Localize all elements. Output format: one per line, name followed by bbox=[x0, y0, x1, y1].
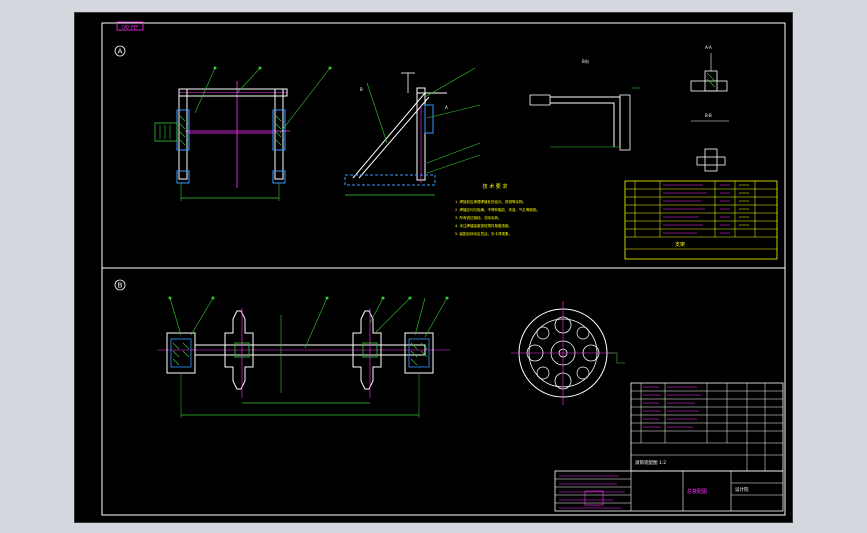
note-4: 4. 未注焊缝高度按较薄件厚度选取。 bbox=[455, 223, 512, 228]
note-2: 2. 焊缝应均匀饱满，不得有裂纹、夹渣、气孔等缺陷。 bbox=[455, 207, 540, 212]
main-title-block: 设计院 总装配图 bbox=[554, 470, 784, 512]
note-1: 1. 焊接前应清理焊缝处的油污、铁锈等杂物。 bbox=[455, 199, 526, 204]
view-a-front-frame bbox=[154, 66, 332, 201]
svg-text:B向: B向 bbox=[582, 58, 589, 64]
svg-text:A: A bbox=[445, 105, 448, 110]
note-5: 5. 装配后转动应灵活，无卡滞现象。 bbox=[455, 231, 512, 236]
view-a-label: A bbox=[118, 48, 123, 56]
view-b-drum-assembly bbox=[157, 296, 450, 418]
corner-stamp-text: CAD-REF bbox=[122, 25, 139, 30]
svg-text:B: B bbox=[360, 87, 363, 92]
company-name: 设计院 bbox=[735, 486, 749, 493]
view-b-label: B bbox=[118, 282, 123, 290]
drawing-sheet: CAD-REF A B B A B向 A-A B-B 技 术 要 求 1. 焊接… bbox=[74, 12, 793, 523]
svg-text:B-B: B-B bbox=[705, 113, 712, 118]
parts-list-a: 支架 bbox=[624, 180, 778, 260]
inner-frame bbox=[101, 22, 786, 516]
title-block-b: 滚筒装配图 1:2 bbox=[635, 459, 666, 466]
note-3: 3. 所有锐边倒钝，去除毛刺。 bbox=[455, 215, 501, 220]
view-b-end-view bbox=[511, 301, 625, 405]
view-a-bracket-detail: B向 bbox=[529, 58, 640, 151]
parts-list-b: 滚筒装配图 1:2 bbox=[630, 382, 784, 472]
svg-text:A-A: A-A bbox=[705, 45, 712, 50]
notes-title: 技 术 要 求 bbox=[483, 183, 508, 190]
technical-notes: 技 术 要 求 1. 焊接前应清理焊缝处的油污、铁锈等杂物。 2. 焊缝应均匀饱… bbox=[455, 183, 540, 236]
drawing-name: 总装配图 bbox=[687, 488, 707, 495]
title-block-a: 支架 bbox=[675, 241, 685, 248]
view-a-section-details: A-A B-B bbox=[690, 45, 729, 172]
view-a-side-frame: B A bbox=[344, 67, 481, 196]
